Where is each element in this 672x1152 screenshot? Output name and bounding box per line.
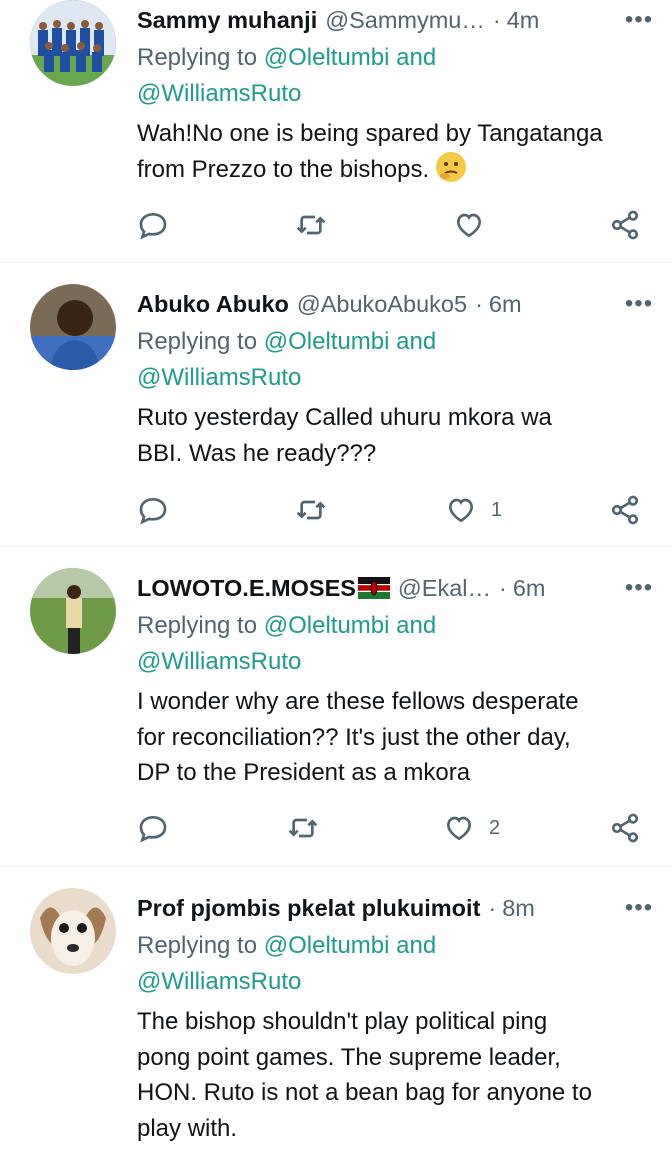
retweet-button[interactable] bbox=[295, 205, 327, 245]
share-button[interactable] bbox=[609, 490, 641, 530]
avatar[interactable] bbox=[30, 0, 116, 86]
tweet[interactable]: Abuko Abuko @AbukoAbuko5 · 6m ••• Replyi… bbox=[0, 262, 672, 547]
reply-icon bbox=[139, 497, 167, 525]
display-name[interactable]: Sammy muhanji bbox=[137, 7, 317, 34]
like-count: 1 bbox=[491, 498, 503, 521]
tweet[interactable]: LOWOTO.E.MOSES @Ekal… · 6m ••• Replying … bbox=[0, 546, 672, 867]
mention-link[interactable]: @WilliamsRuto bbox=[137, 648, 301, 675]
team-photo-icon bbox=[30, 0, 116, 86]
profile-photo-icon bbox=[30, 284, 116, 370]
tweet-actions: 1 bbox=[137, 490, 657, 530]
handle[interactable]: @Sammymu… bbox=[325, 7, 485, 34]
dog-photo-icon bbox=[30, 888, 116, 974]
tweet-actions bbox=[137, 205, 657, 245]
timestamp[interactable]: 8m bbox=[502, 895, 535, 922]
tweet-header: Abuko Abuko @AbukoAbuko5 · 6m bbox=[137, 284, 647, 324]
like-count: 2 bbox=[489, 816, 501, 839]
replying-to: Replying to @Oleltumbi and @WilliamsRuto bbox=[137, 612, 437, 675]
share-icon bbox=[611, 210, 639, 240]
timestamp[interactable]: 6m bbox=[489, 291, 522, 318]
heart-icon bbox=[448, 498, 474, 523]
mention-link[interactable]: @WilliamsRuto bbox=[137, 968, 301, 995]
profile-photo-icon bbox=[30, 568, 116, 654]
mention-link[interactable]: @WilliamsRuto bbox=[137, 80, 301, 107]
replying-to: Replying to @Oleltumbi and @WilliamsRuto bbox=[137, 932, 437, 995]
separator-dot: · bbox=[492, 6, 501, 33]
more-options-icon[interactable]: ••• bbox=[619, 284, 659, 324]
mention-link[interactable]: @Oleltumbi bbox=[264, 612, 390, 639]
share-icon bbox=[611, 495, 639, 525]
more-options-icon[interactable]: ••• bbox=[619, 0, 659, 40]
handle[interactable]: @Ekal… bbox=[398, 575, 491, 602]
heart-icon bbox=[446, 816, 472, 841]
retweet-icon bbox=[296, 215, 326, 235]
like-button[interactable]: 2 bbox=[443, 808, 500, 848]
tweet-text: Wah!No one is being spared by Tangatanga… bbox=[137, 120, 603, 183]
retweet-icon bbox=[296, 500, 326, 520]
like-button[interactable] bbox=[453, 205, 499, 245]
tweet[interactable]: Sammy muhanji @Sammymu… · 4m ••• Replyin… bbox=[0, 0, 672, 263]
avatar[interactable] bbox=[30, 284, 116, 370]
display-name[interactable]: LOWOTO.E.MOSES bbox=[137, 575, 356, 602]
separator-dot: · bbox=[499, 574, 507, 601]
reply-icon bbox=[139, 815, 167, 843]
tweet-text: The bishop shouldn't play political ping… bbox=[137, 1008, 592, 1142]
retweet-button[interactable] bbox=[295, 490, 327, 530]
like-button[interactable]: 1 bbox=[445, 490, 502, 530]
tweet-header: LOWOTO.E.MOSES @Ekal… · 6m bbox=[137, 568, 647, 608]
share-button[interactable] bbox=[609, 808, 641, 848]
reply-button[interactable] bbox=[137, 205, 169, 245]
retweet-icon bbox=[288, 818, 318, 838]
display-name[interactable]: Abuko Abuko bbox=[137, 291, 289, 318]
tweet-header: Sammy muhanji @Sammymu… · 4m bbox=[137, 0, 647, 40]
replying-to: Replying to @Oleltumbi and @WilliamsRuto bbox=[137, 328, 437, 391]
more-options-icon[interactable]: ••• bbox=[619, 568, 659, 608]
replying-to: Replying to @Oleltumbi and @WilliamsRuto bbox=[137, 44, 437, 107]
display-name[interactable]: Prof pjombis pkelat plukuimoit bbox=[137, 895, 480, 922]
separator-dot: · bbox=[488, 894, 497, 921]
mention-link[interactable]: @Oleltumbi bbox=[264, 932, 390, 959]
more-options-icon[interactable]: ••• bbox=[619, 888, 659, 928]
tweet-text: I wonder why are these fellows desperate… bbox=[137, 688, 579, 786]
tweet[interactable]: Prof pjombis pkelat plukuimoit · 8m ••• … bbox=[0, 866, 672, 1152]
tweet-actions: 2 bbox=[137, 808, 657, 848]
separator-dot: · bbox=[475, 290, 483, 317]
reply-button[interactable] bbox=[137, 490, 169, 530]
thinking-face-icon bbox=[435, 151, 466, 182]
timestamp[interactable]: 4m bbox=[507, 7, 540, 34]
share-icon bbox=[611, 813, 639, 843]
avatar[interactable] bbox=[30, 568, 116, 654]
heart-icon bbox=[456, 213, 482, 238]
tweet-text: Ruto yesterday Called uhuru mkora wa BBI… bbox=[137, 404, 552, 467]
mention-link[interactable]: @Oleltumbi bbox=[264, 328, 390, 355]
kenya-flag-icon bbox=[357, 577, 390, 599]
reply-button[interactable] bbox=[137, 808, 169, 848]
tweet-header: Prof pjombis pkelat plukuimoit · 8m bbox=[137, 888, 647, 928]
timestamp[interactable]: 6m bbox=[513, 575, 546, 602]
handle[interactable]: @AbukoAbuko5 bbox=[297, 291, 467, 318]
share-button[interactable] bbox=[609, 205, 641, 245]
retweet-button[interactable] bbox=[287, 808, 319, 848]
mention-link[interactable]: @Oleltumbi bbox=[264, 44, 390, 71]
avatar[interactable] bbox=[30, 888, 116, 974]
mention-link[interactable]: @WilliamsRuto bbox=[137, 364, 301, 391]
reply-icon bbox=[139, 212, 167, 240]
